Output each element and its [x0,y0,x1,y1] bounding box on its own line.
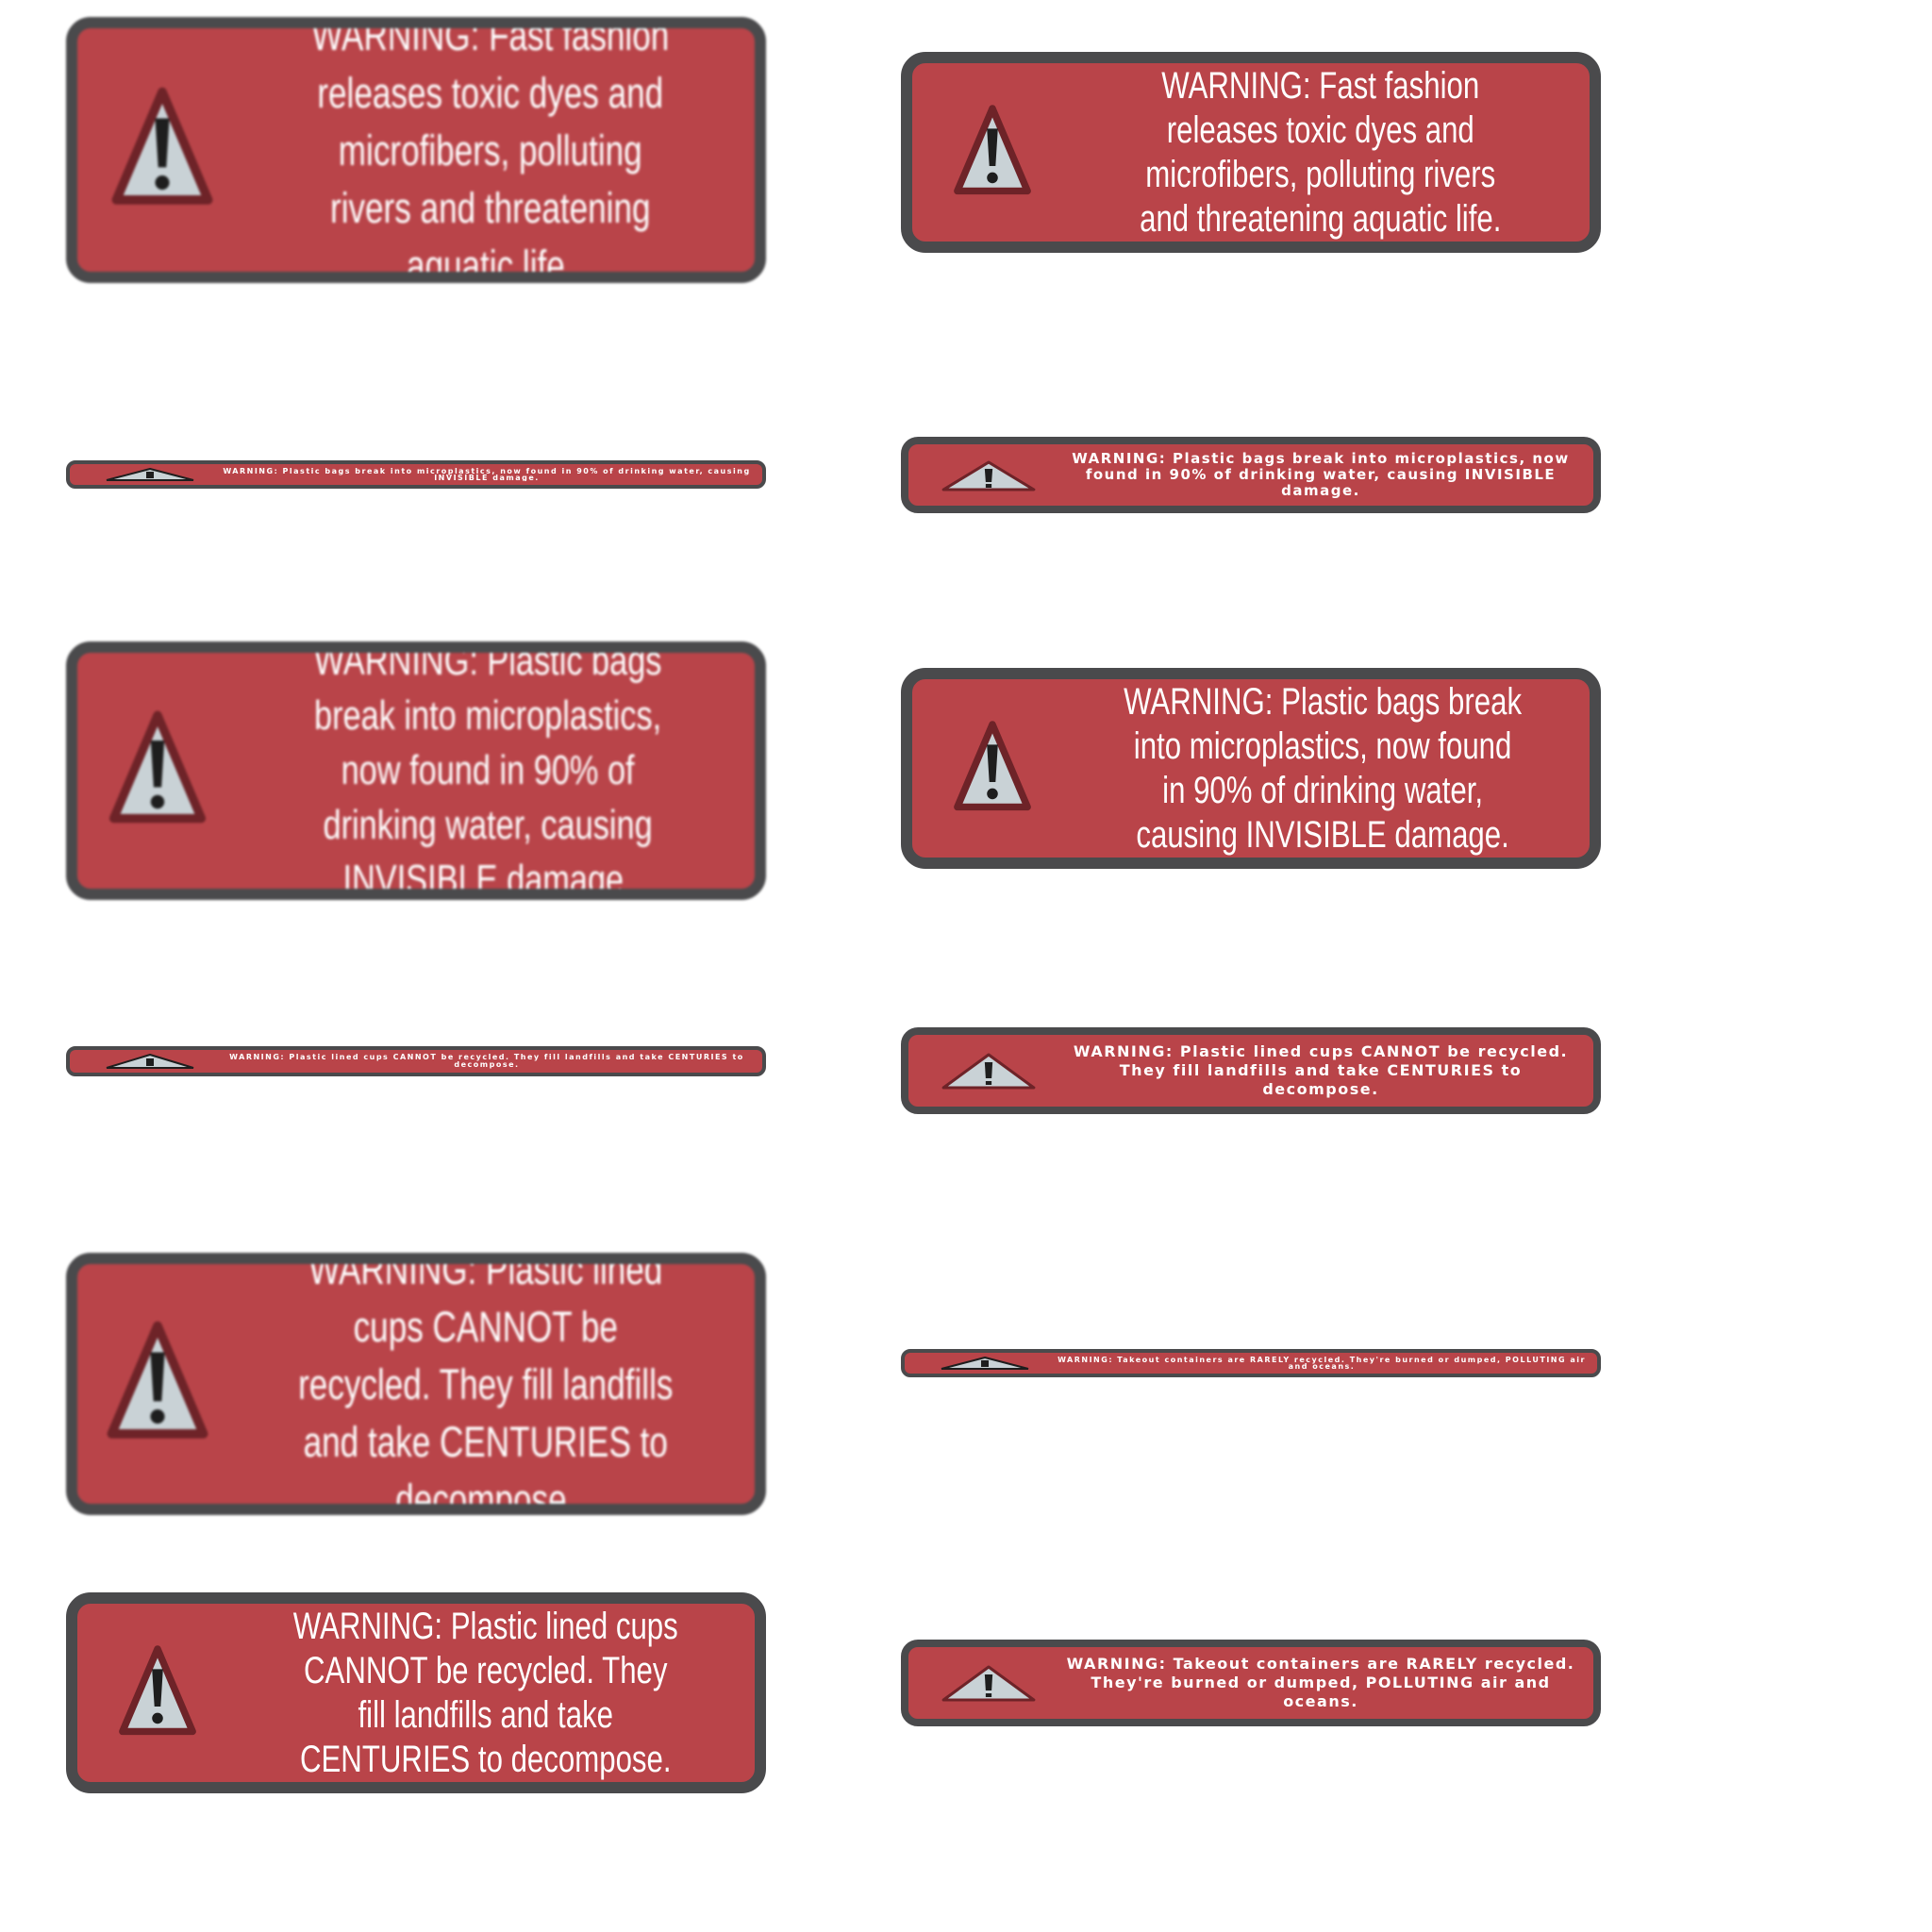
warning-text: WARNING: Plastic bags break into micropl… [313,641,662,900]
warning-triangle-icon [912,104,1063,202]
warning-label-plastic-bags: WARNING: Plastic bags break into micropl… [901,668,1601,869]
warning-label-takeout: WARNING: Takeout containers are RARELY r… [901,1349,1601,1377]
warning-text: WARNING: Plastic lined cups CANNOT be re… [1073,1042,1569,1098]
warning-label-lined-cups: WARNING: Plastic lined cups CANNOT be re… [66,1046,766,1076]
warning-label-lined-cups: WARNING: Plastic lined cups CANNOT be re… [66,1592,766,1793]
warning-text: WARNING: Plastic bags break into micropl… [1124,680,1523,856]
warning-triangle-icon [70,468,221,481]
warning-label-lined-cups: WARNING: Plastic lined cups CANNOT be re… [901,1027,1601,1114]
warning-label-plastic-bags: WARNING: Plastic bags break into micropl… [901,437,1601,513]
warning-label-plastic-bags: WARNING: Plastic bags break into micropl… [66,641,766,900]
warning-triangle-icon [77,709,228,832]
warning-text: WARNING: Plastic bags break into micropl… [1072,451,1570,499]
warning-text: WARNING: Fast fashion releases toxic dye… [1140,64,1502,240]
warning-triangle-icon [905,1357,1056,1370]
warning-text: WARNING: Plastic lined cups CANNOT be re… [229,1054,744,1069]
warning-triangle-icon [77,86,238,214]
warning-label-fast-fashion: WARNING: Fast fashion releases toxic dye… [901,52,1601,253]
warning-triangle-icon [77,1644,228,1742]
warning-text: WARNING: Fast fashion releases toxic dye… [311,17,670,283]
warning-triangle-icon [912,720,1063,818]
warning-label-lined-cups: WARNING: Plastic lined cups CANNOT be re… [66,1253,766,1515]
warning-text: WARNING: Plastic lined cups CANNOT be re… [298,1253,674,1515]
warning-text: WARNING: Plastic bags break into micropl… [223,468,751,481]
warning-triangle-icon [908,459,1059,491]
warning-triangle-icon [70,1054,221,1069]
warning-triangle-icon [908,1052,1059,1090]
warning-triangle-icon [908,1664,1059,1702]
warning-label-takeout: WARNING: Takeout containers are RARELY r… [901,1640,1601,1726]
warning-label-plastic-bags: WARNING: Plastic bags break into micropl… [66,460,766,489]
warning-text: WARNING: Plastic lined cups CANNOT be re… [292,1605,678,1780]
warning-text: WARNING: Takeout containers are RARELY r… [1066,1655,1575,1710]
warning-triangle-icon [77,1320,228,1448]
warning-label-fast-fashion: WARNING: Fast fashion releases toxic dye… [66,17,766,283]
warning-text: WARNING: Takeout containers are RARELY r… [1058,1357,1586,1370]
